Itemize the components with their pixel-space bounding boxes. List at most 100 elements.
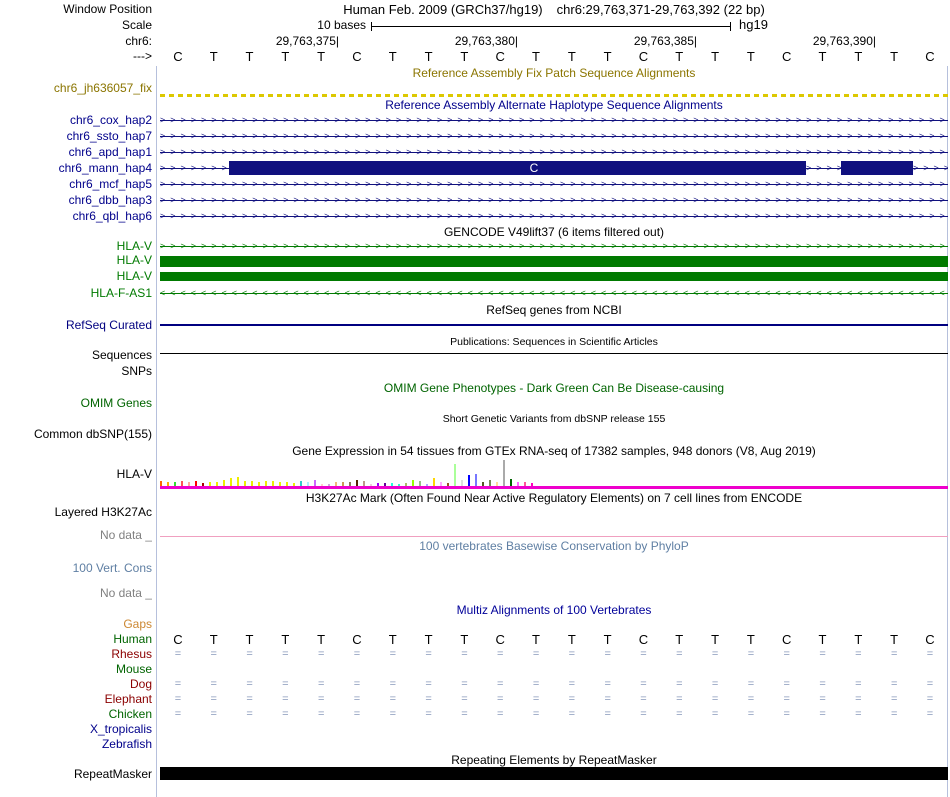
publications-sequence-line[interactable] (160, 353, 948, 354)
alt-hap-item-label[interactable]: chr6_cox_hap2 (0, 112, 152, 128)
align-mark: = (855, 708, 862, 720)
gtex-tissue-bar (475, 474, 477, 486)
position-header: Human Feb. 2009 (GRCh37/hg19) chr6:29,76… (160, 2, 948, 17)
align-mark: = (640, 678, 647, 690)
alt-hap-item-label[interactable]: chr6_dbb_hap3 (0, 192, 152, 208)
multiz-alignment-marks[interactable]: = = = = = = = = = = = = = = = = = = = = = = (160, 647, 948, 662)
fix-patch-alignment[interactable] (160, 94, 948, 97)
phylop-track-label[interactable]: 100 Vert. Cons (0, 561, 152, 575)
multiz-row-label-chicken[interactable]: Chicken (0, 707, 152, 722)
align-mark: = (282, 648, 289, 660)
gene-label[interactable]: HLA-V (0, 239, 152, 254)
align-mark: = (461, 693, 468, 705)
alt-hap-alignment[interactable]: >>>>>>>>>>>>>>>>>>>>>>>>>>>>>>>>>>>>>>>>… (160, 160, 229, 176)
omim-track-title[interactable]: OMIM Gene Phenotypes - Dark Green Can Be… (160, 381, 948, 395)
repeatmasker-element[interactable] (160, 767, 948, 780)
gtex-track-title[interactable]: Gene Expression in 54 tissues from GTEx … (160, 444, 948, 458)
alt-hap-alignment[interactable]: >>>>>>>>>>>>>>>>>>>>>>>>>>>>>>>>>>>>>>>>… (160, 112, 948, 128)
gene-label[interactable]: HLA-V (0, 270, 152, 283)
multiz-human-bases[interactable]: CTTTTCTTTCTTTCTTTCTTTC (160, 632, 948, 647)
publications-item-label[interactable]: Sequences (0, 348, 152, 362)
align-mark: = (389, 648, 396, 660)
multiz-track-title[interactable]: Multiz Alignments of 100 Vertebrates (160, 603, 948, 617)
window-position-value: chr6:29,763,371-29,763,392 (22 bp) (556, 2, 765, 17)
alt-hap-item-label[interactable]: chr6_mann_hap4 (0, 160, 152, 176)
base-cell: T (209, 632, 218, 647)
alt-hap-alignment[interactable]: >>>>>>>>>>>>>>>>>>>>>>>>>>>>>>>>>>>>>>>>… (913, 160, 948, 176)
h3k27ac-track-label[interactable]: Layered H3K27Ac (0, 505, 152, 519)
alt-hap-alignment[interactable]: >>>>>>>>>>>>>>>>>>>>>>>>>>>>>>>>>>>>>>>>… (160, 176, 948, 192)
gene-label[interactable]: HLA-V (0, 254, 152, 267)
gene-intron-line[interactable]: <<<<<<<<<<<<<<<<<<<<<<<<<<<<<<<<<<<<<<<<… (160, 286, 948, 301)
gtex-expression-bars[interactable] (160, 458, 948, 486)
dbsnp-track-label[interactable]: Common dbSNP(155) (0, 427, 152, 441)
align-mark: = (676, 678, 683, 690)
multiz-row-label-dog[interactable]: Dog (0, 677, 152, 692)
publications-track-title[interactable]: Publications: Sequences in Scientific Ar… (160, 335, 948, 349)
refseq-gene-line[interactable] (160, 324, 948, 326)
align-mark: = (425, 708, 432, 720)
h3k27ac-track-title[interactable]: H3K27Ac Mark (Often Found Near Active Re… (160, 491, 948, 505)
gene-label[interactable]: HLA-F-AS1 (0, 286, 152, 301)
repeatmasker-track-label[interactable]: RepeatMasker (0, 767, 152, 781)
alt-hap-item-label[interactable]: chr6_ssto_hap7 (0, 128, 152, 144)
gtex-tissue-bar (468, 475, 470, 486)
alt-hap-block[interactable] (841, 161, 913, 175)
multiz-row-label-zebrafish[interactable]: Zebrafish (0, 737, 152, 752)
base-cell: C (638, 632, 649, 647)
gencode-track-title[interactable]: GENCODE V49lift37 (6 items filtered out) (160, 225, 948, 239)
gene-intron-line[interactable]: >>>>>>>>>>>>>>>>>>>>>>>>>>>>>>>>>>>>>>>>… (160, 239, 948, 254)
align-mark: = (711, 648, 719, 660)
multiz-alignment-marks[interactable]: = = = = = = = = = = = = = = = = = = = = = = (160, 707, 948, 722)
align-mark: = (210, 708, 217, 720)
refseq-track-title[interactable]: RefSeq genes from NCBI (160, 303, 948, 317)
alt-hap-track-title[interactable]: Reference Assembly Alternate Haplotype S… (160, 98, 948, 112)
multiz-row-label-xtropicalis[interactable]: X_tropicalis (0, 722, 152, 737)
gtex-gene-line[interactable] (160, 486, 948, 489)
multiz-alignment-marks[interactable]: = = = = = = = = = = = = = = = = = = = = = = (160, 677, 948, 692)
repeatmasker-track-title[interactable]: Repeating Elements by RepeatMasker (160, 753, 948, 767)
alt-hap-item-label[interactable]: chr6_mcf_hap5 (0, 176, 152, 192)
alt-hap-alignment[interactable]: >>>>>>>>>>>>>>>>>>>>>>>>>>>>>>>>>>>>>>>>… (160, 192, 948, 208)
base-cell: T (245, 632, 254, 647)
base-cell: C (495, 632, 505, 647)
alt-hap-item-label[interactable]: chr6_apd_hap1 (0, 144, 152, 160)
multiz-row-label-mouse[interactable]: Mouse (0, 662, 152, 677)
base-cell: C (173, 632, 183, 647)
gene-exon-block[interactable] (160, 272, 948, 281)
fix-patch-track-title[interactable]: Reference Assembly Fix Patch Sequence Al… (160, 66, 948, 80)
alt-hap-alignment[interactable]: >>>>>>>>>>>>>>>>>>>>>>>>>>>>>>>>>>>>>>>>… (160, 144, 948, 160)
base-cell: T (460, 632, 469, 647)
omim-track-label[interactable]: OMIM Genes (0, 396, 152, 410)
dbsnp-track-title[interactable]: Short Genetic Variants from dbSNP releas… (160, 412, 948, 426)
base-cell: C (352, 49, 362, 64)
multiz-row-label-human[interactable]: Human (0, 632, 152, 647)
alt-hap-mismatch-base: C (529, 161, 539, 175)
multiz-row-label-gaps[interactable]: Gaps (0, 617, 152, 632)
gene-exon-block[interactable] (160, 256, 948, 267)
gtex-gene-label[interactable]: HLA-V (0, 467, 152, 481)
multiz-alignment-marks[interactable]: = = = = = = = = = = = = = = = = = = = = = = (160, 692, 948, 707)
alt-hap-alignment[interactable]: >>>>>>>>>>>>>>>>>>>>>>>>>>>>>>>>>>>>>>>>… (160, 128, 948, 144)
alt-hap-alignment[interactable]: >>>>>>>>>>>>>>>>>>>>>>>>>>>>>>>>>>>>>>>>… (160, 208, 948, 224)
multiz-row-label-elephant[interactable]: Elephant (0, 692, 152, 707)
alt-hap-block[interactable] (229, 161, 806, 175)
base-cell: C (173, 49, 183, 64)
ucsc-genome-browser-view: Window Position Human Feb. 2009 (GRCh37/… (0, 0, 950, 797)
base-cell: C (925, 632, 935, 647)
alt-hap-item-label[interactable]: chr6_qbl_hap6 (0, 208, 152, 224)
snps-label[interactable]: SNPs (0, 364, 152, 378)
base-cell: T (281, 632, 290, 647)
alt-hap-alignment[interactable]: >>>>>>>>>>>>>>>>>>>>>>>>>>>>>>>>>>>>>>>>… (806, 160, 841, 176)
align-mark: = (532, 648, 540, 660)
phylop-track-title[interactable]: 100 vertebrates Basewise Conservation by… (160, 539, 948, 553)
fix-patch-item-label[interactable]: chr6_jh636057_fix (0, 81, 152, 95)
assembly-title: Human Feb. 2009 (GRCh37/hg19) (343, 2, 543, 17)
align-mark: = (282, 693, 289, 705)
multiz-row-label-rhesus[interactable]: Rhesus (0, 647, 152, 662)
refseq-item-label[interactable]: RefSeq Curated (0, 318, 152, 332)
base-position-ruler[interactable]: CTTTTCTTTCTTTCTTTCTTTC (160, 49, 948, 64)
align-mark: = (604, 693, 611, 705)
align-mark: = (783, 648, 790, 660)
align-mark: = (246, 708, 253, 720)
